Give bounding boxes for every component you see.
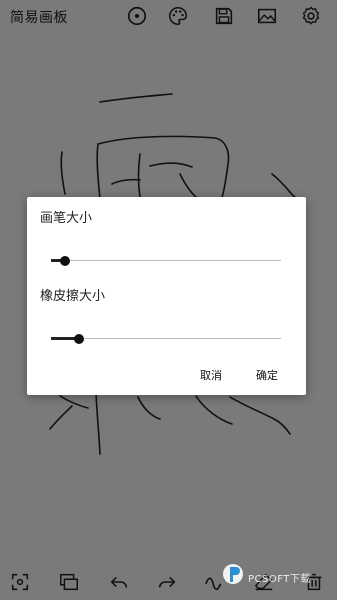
confirm-button[interactable]: 确定 [256, 367, 278, 383]
layers-icon[interactable] [57, 570, 81, 594]
eraser-slider-track [51, 338, 281, 339]
redo-icon[interactable] [155, 570, 179, 594]
pen-size-slider[interactable] [51, 255, 281, 267]
watermark: PCSOFT下载 [222, 558, 332, 592]
eraser-size-slider[interactable] [51, 333, 281, 345]
eraser-size-label: 橡皮擦大小 [40, 289, 106, 304]
watermark-text: PCSOFT下载 [248, 574, 311, 585]
size-dialog: 画笔大小 橡皮擦大小 取消 确定 [27, 197, 306, 395]
fullscreen-icon[interactable] [8, 570, 32, 594]
watermark-logo-icon [223, 564, 243, 584]
cancel-button[interactable]: 取消 [200, 367, 222, 383]
pen-slider-track [51, 260, 281, 261]
eraser-slider-thumb[interactable] [74, 334, 84, 344]
undo-icon[interactable] [107, 570, 131, 594]
pen-slider-thumb[interactable] [60, 256, 70, 266]
pen-size-label: 画笔大小 [40, 211, 93, 226]
